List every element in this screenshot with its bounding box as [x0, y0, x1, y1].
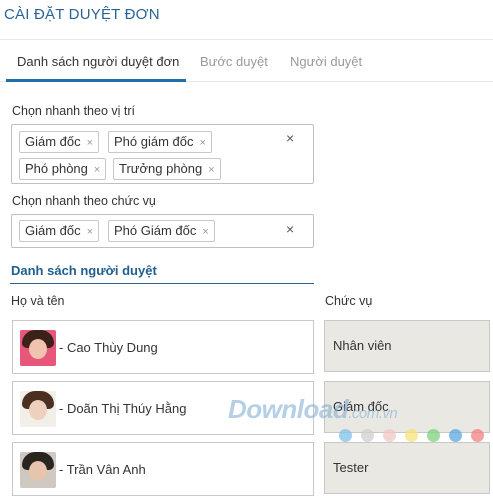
- tab-approvers[interactable]: Người duyệt: [290, 54, 362, 69]
- clear-all-icon[interactable]: ×: [286, 130, 294, 146]
- title-tag: Phó Giám đốc ×: [108, 220, 215, 242]
- approver-role-field[interactable]: Nhân viên: [324, 320, 490, 372]
- avatar: [20, 330, 56, 366]
- tag-label: Phó Giám đốc: [114, 223, 197, 238]
- remove-tag-icon[interactable]: ×: [87, 137, 93, 149]
- tag-label: Phó giám đốc: [114, 134, 194, 149]
- avatar-face: [29, 400, 47, 420]
- active-tab-indicator: [6, 79, 186, 82]
- tab-bar: Danh sách người duyệt đơn Bước duyệt Ngư…: [0, 40, 493, 82]
- avatar-face: [29, 339, 47, 359]
- tag-label: Trưởng phòng: [119, 161, 203, 176]
- title-tag: Giám đốc ×: [19, 220, 100, 242]
- approver-name: - Cao Thùy Dung: [59, 340, 158, 355]
- approver-list-title: Danh sách người duyệt: [11, 263, 157, 278]
- remove-tag-icon[interactable]: ×: [94, 164, 100, 176]
- tag-label: Phó phòng: [25, 161, 88, 176]
- approver-name-row[interactable]: - Cao Thùy Dung: [12, 320, 314, 374]
- title-tag-input[interactable]: Giám đốc × Phó Giám đốc × ×: [11, 214, 314, 248]
- tag-label: Giám đốc: [25, 223, 81, 238]
- position-filter-label: Chọn nhanh theo vị trí: [12, 104, 135, 118]
- approver-name: - Doãn Thị Thúy Hằng: [59, 401, 187, 416]
- remove-tag-icon[interactable]: ×: [87, 226, 93, 238]
- position-tag: Trưởng phòng ×: [113, 158, 221, 180]
- tab-approver-list[interactable]: Danh sách người duyệt đơn: [17, 54, 179, 69]
- tag-label: Giám đốc: [25, 134, 81, 149]
- title-filter-label: Chọn nhanh theo chức vụ: [12, 194, 156, 208]
- position-tag: Phó phòng ×: [19, 158, 107, 180]
- approver-name: - Trần Vân Anh: [59, 462, 146, 477]
- section-divider: [10, 283, 314, 284]
- page-header: CÀI ĐẶT DUYỆT ĐƠN: [0, 0, 493, 40]
- approver-role-field[interactable]: Tester: [324, 442, 490, 494]
- remove-tag-icon[interactable]: ×: [200, 137, 206, 149]
- avatar-face: [29, 461, 47, 481]
- role-column-header: Chức vụ: [325, 294, 373, 308]
- approver-role-field[interactable]: Giám đốc: [324, 381, 490, 433]
- avatar: [20, 452, 56, 488]
- clear-all-icon[interactable]: ×: [286, 221, 294, 237]
- approver-name-row[interactable]: - Trần Vân Anh: [12, 442, 314, 496]
- remove-tag-icon[interactable]: ×: [202, 226, 208, 238]
- position-tag: Phó giám đốc ×: [108, 131, 212, 153]
- name-column-header: Họ và tên: [11, 294, 65, 308]
- page-title: CÀI ĐẶT DUYỆT ĐƠN: [4, 6, 160, 23]
- tab-approval-steps[interactable]: Bước duyệt: [200, 54, 268, 69]
- avatar: [20, 391, 56, 427]
- remove-tag-icon[interactable]: ×: [208, 164, 214, 176]
- position-tag: Giám đốc ×: [19, 131, 100, 153]
- approver-name-row[interactable]: - Doãn Thị Thúy Hằng: [12, 381, 314, 435]
- position-tag-input[interactable]: Giám đốc × Phó giám đốc × Phó phòng × Trưởn…: [11, 124, 314, 184]
